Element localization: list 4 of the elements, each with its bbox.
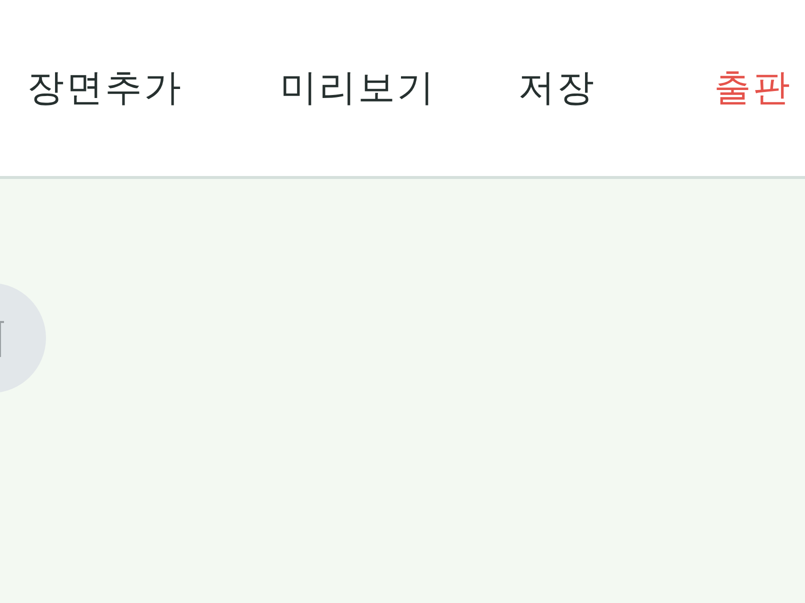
toolbar-button[interactable]: 미리보기	[280, 63, 436, 113]
toolbar-button[interactable]: 출판	[714, 63, 792, 113]
toolbar-button[interactable]: 장면추가	[27, 63, 183, 113]
toolbar-button[interactable]: 저장	[518, 63, 596, 113]
